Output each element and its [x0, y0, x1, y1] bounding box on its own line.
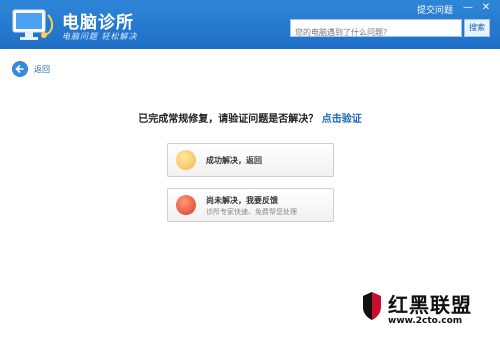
option-subtitle: 诊所专家快速、免费帮您处理 [206, 208, 297, 216]
happy-face-icon [176, 150, 196, 170]
search-button[interactable]: 搜索 [464, 19, 490, 37]
not-solved-feedback-button[interactable]: 尚未解决，我要反馈 诊所专家快速、免费帮您处理 [167, 188, 334, 222]
back-arrow-icon [12, 61, 28, 77]
title-bar: 电脑诊所 电脑问题 轻松解决 提交问题 — ✕ 搜索 [0, 0, 500, 49]
shield-logo-icon [363, 292, 381, 320]
submit-issue-link[interactable]: 提交问题 [417, 3, 453, 16]
watermark-brand: 红黑联盟 [388, 293, 472, 317]
close-icon[interactable]: ✕ [480, 2, 492, 14]
back-label: 返回 [34, 65, 50, 74]
solved-return-button[interactable]: 成功解决，返回 [167, 143, 334, 177]
watermark-url: www.2cto.com [388, 316, 463, 326]
prompt-text: 已完成常规修复，请验证问题是否解决？ [138, 114, 319, 125]
option-title: 成功解决，返回 [206, 156, 262, 165]
angry-face-icon [176, 195, 196, 215]
minimize-icon[interactable]: — [462, 2, 474, 14]
app-title: 电脑诊所 [62, 13, 134, 33]
verify-link[interactable]: 点击验证 [322, 114, 362, 125]
search-box [290, 19, 464, 41]
app-subtitle: 电脑问题 轻松解决 [62, 32, 138, 41]
search-input[interactable] [291, 24, 464, 41]
verify-prompt: 已完成常规修复，请验证问题是否解决？ 点击验证 [0, 110, 500, 125]
watermark: 红黑联盟 www.2cto.com [362, 289, 492, 333]
option-title: 尚未解决，我要反馈 [206, 196, 278, 205]
monitor-stethoscope-icon [12, 9, 54, 40]
